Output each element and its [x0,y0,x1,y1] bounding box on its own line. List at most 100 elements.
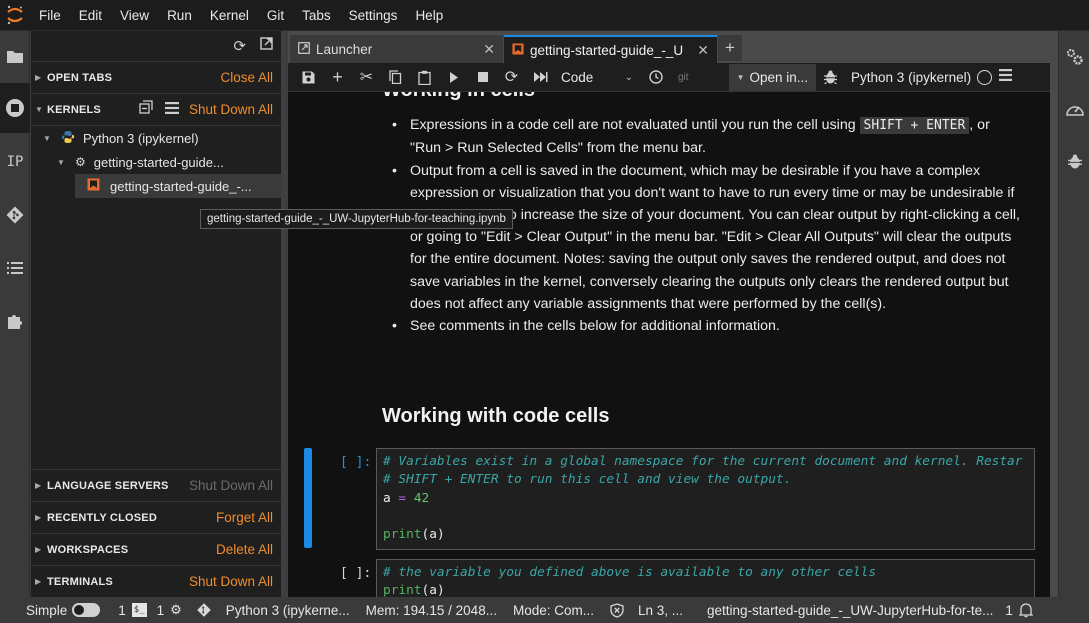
menu-kernel[interactable]: Kernel [201,0,258,31]
filename-tooltip: getting-started-guide_-_UW-JupyterHub-fo… [200,209,513,229]
menu-help[interactable]: Help [406,0,452,31]
forget-all-button[interactable]: Forget All [216,510,273,525]
resource-usage-icon[interactable] [1059,89,1089,129]
debugger-icon[interactable] [1059,141,1089,181]
kernel-name: Python 3 (ipykernel) [83,130,199,146]
cell-type-dropdown[interactable]: Code ⌄ [555,70,633,85]
section-open-tabs[interactable]: ▶ OPEN TABS Close All [31,62,281,94]
kernel-status-idle-icon [977,69,993,85]
paste-icon[interactable] [410,63,439,92]
memory-usage: Mem: 194.15 / 2048... [365,602,497,618]
cut-icon[interactable]: ✂ [352,63,381,92]
kernels-status[interactable]: 1 ⚙ [157,602,182,618]
document-row[interactable]: getting-started-guide_-... [75,174,281,198]
notebook-content[interactable]: Working in cells Expressions in a code c… [288,92,1050,597]
copy-icon[interactable] [381,63,410,92]
section-language-servers[interactable]: ▶ LANGUAGE SERVERS Shut Down All [31,469,281,501]
kernel-selector[interactable]: Python 3 (ipykernel) [845,70,977,85]
sidebar-bottom-sections: ▶ LANGUAGE SERVERS Shut Down All ▶ RECEN… [31,469,281,597]
open-external-icon[interactable] [260,37,273,55]
section-workspaces[interactable]: ▶ WORKSPACES Delete All [31,533,281,565]
menu-edit[interactable]: Edit [70,0,111,31]
open-in-dropdown[interactable]: ▼ Open in... [728,63,817,91]
launcher-icon [298,41,310,57]
fast-forward-icon[interactable] [526,63,555,92]
debugger-icon[interactable] [816,63,845,92]
caret-right-icon: ▶ [35,545,42,554]
code-editor[interactable]: # the variable you defined above is avai… [376,559,1035,597]
shut-down-all-language-servers-button[interactable]: Shut Down All [189,478,273,493]
close-icon[interactable]: ✕ [475,41,495,58]
section-heading: Working with code cells [382,405,610,427]
notebook-icon [512,42,524,58]
section-heading: Working in cells [382,92,1022,101]
execution-prompt: [ ]: [340,455,372,470]
folder-icon[interactable] [0,31,30,81]
document-name: getting-started-guide_-... [110,178,252,194]
status-bar: Simple 1 $_ 1 ⚙ Python 3 (ipykerne... Me… [0,597,1089,623]
toggle-switch[interactable] [72,603,101,617]
main-area: Launcher ✕ getting-started-guide_-_U ✕ +… [288,31,1050,597]
tab-launcher[interactable]: Launcher ✕ [290,35,503,63]
close-all-button[interactable]: Close All [220,70,273,85]
bell-icon[interactable] [1018,602,1033,618]
shut-down-all-terminals-button[interactable]: Shut Down All [189,574,273,589]
tab-notebook[interactable]: getting-started-guide_-_U ✕ [504,35,717,63]
menu-tabs[interactable]: Tabs [293,0,340,31]
section-terminals[interactable]: ▶ TERMINALS Shut Down All [31,565,281,597]
restart-icon[interactable]: ⟳ [497,63,526,92]
property-inspector-icon[interactable] [1059,37,1089,77]
stop-icon[interactable] [468,63,497,92]
clock-icon[interactable] [641,63,670,92]
git-icon[interactable] [0,190,30,240]
extensions-icon[interactable] [0,296,30,346]
section-recently-closed[interactable]: ▶ RECENTLY CLOSED Forget All [31,501,281,533]
menu-git[interactable]: Git [258,0,293,31]
section-kernels[interactable]: ▼ KERNELS Shut Down All [31,94,281,126]
tab-label: Launcher [316,41,373,57]
run-icon[interactable] [439,63,468,92]
close-icon[interactable]: ✕ [695,42,709,59]
git-diff-button[interactable]: git [670,72,689,83]
save-icon[interactable] [294,63,323,92]
scrollbar-track[interactable] [1050,31,1058,597]
session-name: getting-started-guide... [93,154,224,170]
collapse-all-icon[interactable] [139,100,153,119]
insert-cell-icon[interactable]: + [323,63,352,92]
ip-icon[interactable]: IP [0,137,30,187]
menu-icon[interactable] [999,68,1013,86]
section-title: WORKSPACES [47,543,129,556]
simple-mode-label: Simple [26,602,68,618]
notebook-toolbar: + ✂ ⟳ Code ⌄ git ▼ Open in... Python 3 (… [288,63,1050,92]
shut-down-all-kernels-button[interactable]: Shut Down All [189,102,273,117]
sidebar-resize-handle[interactable] [281,31,288,597]
menu-file[interactable]: File [30,0,70,31]
list-view-icon[interactable] [164,101,179,119]
menu-run[interactable]: Run [158,0,201,31]
menu-view[interactable]: View [111,0,158,31]
terminals-status[interactable]: 1 $_ [118,603,147,618]
git-status-icon[interactable] [196,602,212,618]
table-of-contents-icon[interactable] [0,243,30,293]
caret-right-icon: ▶ [35,577,42,586]
jupyterlab-window: File Edit View Run Kernel Git Tabs Setti… [0,0,1089,623]
caret-down-icon: ▼ [57,157,65,167]
markdown-cell[interactable]: Working with code cells [382,405,1022,427]
kernel-row[interactable]: ▼ Python 3 (ipykernel) [31,126,281,150]
trust-shield-icon[interactable] [610,602,624,618]
new-tab-button[interactable]: + [718,35,742,61]
delete-all-button[interactable]: Delete All [216,542,273,557]
caret-right-icon: ▶ [35,73,42,82]
code-editor[interactable]: # Variables exist in a global namespace … [376,448,1035,550]
simple-mode-toggle[interactable]: Simple [26,602,101,618]
session-row[interactable]: ▼ ⚙ getting-started-guide... [31,150,281,174]
kernel-status[interactable]: Python 3 (ipykerne... [226,603,350,618]
refresh-icon[interactable]: ⟳ [233,37,246,55]
notebook-mode: Mode: Com... [512,602,594,618]
running-sessions-panel: ⟳ ▶ OPEN TABS Close All ▼ KERNELS Shut D… [31,31,281,597]
left-activity-bar: IP [0,31,30,597]
cursor-position[interactable]: Ln 3, ... [638,603,683,618]
menu-settings[interactable]: Settings [340,0,407,31]
cell-type-value: Code [561,69,594,85]
running-kernels-icon[interactable] [0,83,30,133]
